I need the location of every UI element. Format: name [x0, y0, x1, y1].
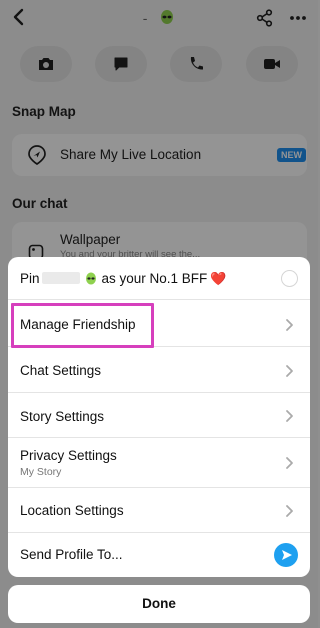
chevron-right-icon: [286, 410, 293, 422]
pin-bff-row[interactable]: Pin as your No.1 BFF ❤️: [8, 257, 310, 300]
alien-emoji-icon: [84, 272, 98, 285]
chevron-right-icon: [286, 319, 293, 331]
story-settings-label: Story Settings: [20, 409, 105, 424]
send-button[interactable]: [274, 543, 298, 567]
location-settings-label: Location Settings: [20, 503, 124, 518]
send-profile-row[interactable]: Send Profile To...: [8, 533, 310, 577]
privacy-settings-label: Privacy Settings: [20, 448, 117, 463]
privacy-settings-sublabel: My Story: [20, 466, 62, 478]
done-button[interactable]: Done: [8, 585, 310, 623]
pin-bff-label: Pin as your No.1 BFF ❤️: [20, 271, 227, 287]
redacted-name: [41, 272, 80, 284]
chat-settings-label: Chat Settings: [20, 363, 102, 378]
chevron-right-icon: [286, 457, 293, 469]
manage-friendship-row[interactable]: Manage Friendship: [8, 300, 310, 348]
location-settings-row[interactable]: Location Settings: [8, 488, 310, 533]
friendship-options-sheet: Pin as your No.1 BFF ❤️ Manage Friendship …: [8, 257, 310, 577]
pin-radio-button[interactable]: [281, 270, 298, 287]
chevron-right-icon: [286, 505, 293, 517]
send-profile-label: Send Profile To...: [20, 547, 123, 562]
pin-prefix: Pin: [20, 271, 40, 286]
chevron-right-icon: [286, 365, 293, 377]
privacy-settings-row[interactable]: Privacy Settings My Story: [8, 438, 310, 488]
send-arrow-icon: [282, 550, 292, 560]
heart-emoji: ❤️: [210, 271, 227, 286]
chat-settings-row[interactable]: Chat Settings: [8, 347, 310, 393]
story-settings-row[interactable]: Story Settings: [8, 393, 310, 438]
pin-suffix: as your No.1 BFF: [101, 271, 208, 286]
highlight-box: [11, 303, 154, 348]
